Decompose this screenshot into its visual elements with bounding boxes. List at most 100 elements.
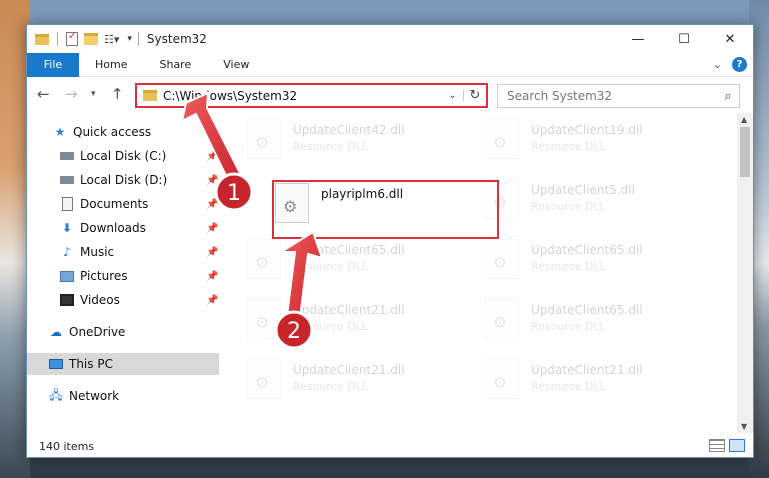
sidebar-item-quick-access[interactable]: ★ Quick access [27,121,219,143]
view-switcher [709,439,745,452]
dll-file-icon: ⚙ [247,119,281,159]
quick-access-toolbar: ☷▾ ▾ [27,31,132,46]
sidebar-item-label: Network [69,389,120,403]
video-icon [60,293,74,307]
file-item[interactable]: ⚙ UpdateClient21.dll Resource DLL [247,299,467,345]
status-bar: 140 items [27,435,753,457]
view-options-icon[interactable]: ☷▾ [104,33,119,46]
pin-icon[interactable]: 📌 [206,175,218,186]
file-item[interactable]: ⚙ UpdateClient42.dll Resource DLL [247,119,467,165]
network-icon: 🖧 [49,387,63,402]
dll-file-icon: ⚙ [247,299,281,339]
sidebar-item-local-disk-c[interactable]: Local Disk (C:) 📌 [27,145,219,167]
help-icon[interactable]: ? [732,57,747,72]
sidebar-item-music[interactable]: ♪ Music 📌 [27,241,219,263]
tab-home[interactable]: Home [79,58,143,71]
sidebar-item-label: Downloads [80,221,146,235]
file-type: Resource DLL [293,320,368,333]
tab-file[interactable]: File [27,52,79,77]
file-type: Resource DLL [531,200,606,213]
dll-file-icon: ⚙ [485,239,519,279]
file-item[interactable]: ⚙ UpdateClient21.dll Resource DLL [485,359,705,405]
ribbon-tabs: File Home Share View ⌄ ? [27,52,753,77]
recent-locations-icon[interactable]: ▾ [91,89,96,99]
file-item[interactable]: ⚙ UpdateClient21.dll Resource DLL [247,359,467,405]
file-name: UpdateClient21.dll [293,363,405,377]
dll-file-icon: ⚙ [485,359,519,399]
drive-icon [60,149,74,163]
scroll-down-icon[interactable]: ▼ [741,422,747,431]
file-type: Resource DLL [293,140,368,153]
folder-icon [35,33,49,45]
file-name: UpdateClient19.dll [531,123,643,137]
sidebar-item-label: This PC [69,357,113,371]
file-name: UpdateClient21.dll [531,363,643,377]
forward-arrow-icon[interactable]: → [65,85,78,103]
file-type: Resource DLL [531,380,606,393]
highlight-box [272,180,499,239]
tab-share[interactable]: Share [143,58,207,71]
pin-icon[interactable]: 📌 [206,151,218,162]
navigation-bar: ← → ▾ ↑ C:\Windows\System32 ⌄ ↻ Search S… [27,81,753,109]
file-name: UpdateClient42.dll [293,123,405,137]
customize-toolbar-icon[interactable]: ▾ [127,34,132,44]
close-button[interactable]: ✕ [707,25,753,53]
back-arrow-icon[interactable]: ← [37,85,50,103]
dll-file-icon: ⚙ [247,359,281,399]
minimize-button[interactable]: — [615,25,661,53]
file-item[interactable]: ⚙ UpdateClient65.dll Resource DLL [485,239,705,285]
pin-icon[interactable]: 📌 [206,223,218,234]
sidebar-item-this-pc[interactable]: This PC [27,353,219,375]
file-item[interactable]: ⚙ UpdateClient65.dll Resource DLL [247,239,467,285]
pin-icon[interactable]: 📌 [206,295,218,306]
file-type: Resource DLL [531,260,606,273]
tiles-view-icon[interactable] [729,439,745,452]
drive-icon [60,173,74,187]
search-input[interactable]: Search System32 [498,89,717,103]
sidebar-item-pictures[interactable]: Pictures 📌 [27,265,219,287]
sidebar-item-downloads[interactable]: ⬇ Downloads 📌 [27,217,219,239]
search-box[interactable]: Search System32 ⌕ [497,84,740,108]
cloud-icon: ☁ [50,325,62,339]
vertical-scrollbar[interactable]: ▲ ▼ [737,113,753,433]
details-view-icon[interactable] [709,439,725,452]
file-explorer-window: ☷▾ ▾ System32 — ☐ ✕ File Home Share View… [26,24,754,458]
dll-file-icon: ⚙ [485,299,519,339]
pin-icon[interactable]: 📌 [206,247,218,258]
refresh-icon[interactable]: ↻ [464,88,486,103]
toolbar-divider [57,32,58,46]
music-icon: ♪ [63,245,71,259]
file-type: Resource DLL [293,260,368,273]
file-item[interactable]: ⚙ UpdateClient65.dll Resource DLL [485,299,705,345]
sidebar-item-local-disk-d[interactable]: Local Disk (D:) 📌 [27,169,219,191]
up-arrow-icon[interactable]: ↑ [111,85,124,103]
file-name: UpdateClient5.dll [531,183,635,197]
dll-file-icon: ⚙ [485,119,519,159]
properties-icon[interactable] [66,31,78,46]
sidebar-item-documents[interactable]: Documents 📌 [27,193,219,215]
file-type: Resource DLL [293,380,368,393]
expand-ribbon-icon[interactable]: ⌄ [713,58,722,71]
sidebar-item-videos[interactable]: Videos 📌 [27,289,219,311]
chevron-down-icon[interactable]: ⌄ [442,90,464,101]
file-item[interactable]: ⚙ UpdateClient19.dll Resource DLL [485,119,705,165]
navigation-pane: ★ Quick access Local Disk (C:) 📌 Local D… [27,119,219,431]
address-path[interactable]: C:\Windows\System32 [163,89,442,103]
tab-view[interactable]: View [207,58,265,71]
sidebar-item-label: Local Disk (D:) [80,173,168,187]
sidebar-item-onedrive[interactable]: ☁ OneDrive [27,321,219,343]
pin-icon[interactable]: 📌 [206,199,218,210]
new-folder-icon[interactable] [84,33,98,45]
address-bar[interactable]: C:\Windows\System32 ⌄ ↻ [135,83,488,108]
item-count: 140 items [39,439,95,453]
maximize-button[interactable]: ☐ [661,25,707,53]
sidebar-item-network[interactable]: 🖧 Network [27,385,219,407]
scrollbar-thumb[interactable] [740,127,750,177]
file-item[interactable]: ⚙ UpdateClient5.dll Resource DLL [485,179,705,225]
sidebar-item-label: Local Disk (C:) [80,149,167,163]
search-icon[interactable]: ⌕ [717,89,739,104]
file-type: Resource DLL [531,140,606,153]
scroll-up-icon[interactable]: ▲ [741,115,747,124]
pin-icon[interactable]: 📌 [206,271,218,282]
sidebar-item-label: Videos [80,293,120,307]
